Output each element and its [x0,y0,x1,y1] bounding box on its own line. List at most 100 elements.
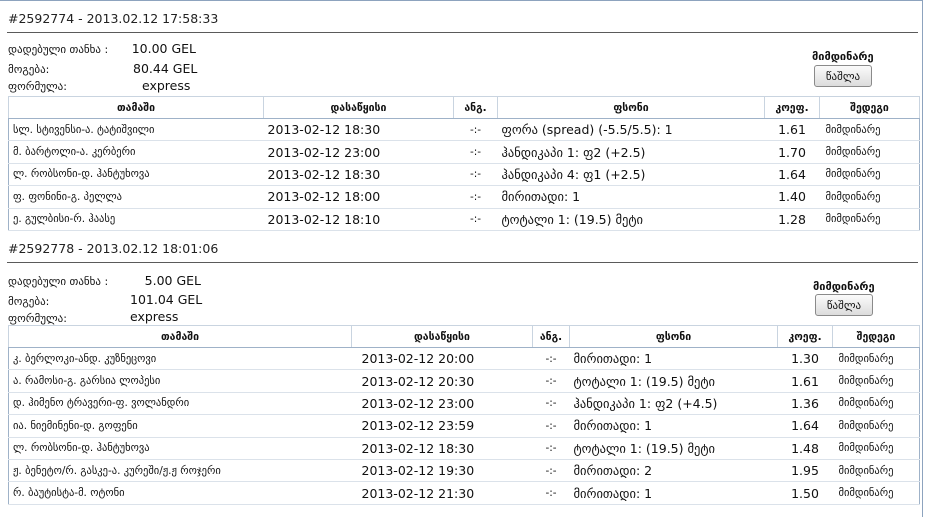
score-cell: -:- [453,118,498,142]
score-cell: -:- [532,347,570,371]
match-cell: მ. ბარტოლი-ა. კერბერი [8,140,264,164]
result-cell: მიმდინარე [832,481,920,505]
match-cell: ფ. ფონინი-გ. პელლა [8,185,264,209]
formula-value: express [142,78,191,93]
score-cell: -:- [532,481,570,505]
col-header-odds[interactable]: კოეფ. [764,96,820,119]
odds-cell: 1.95 [777,459,833,483]
score-cell: -:- [453,208,498,231]
table-header-row: თამაში დასაწყისი ანგ. ფსონი კოეფ. შედეგი [8,96,920,119]
bet-cell: ტოტალი 1: (19.5) მეტი [569,369,778,393]
frame-top-border [0,0,923,1]
bet-cell: მირითადი: 1 [497,185,765,209]
bet-cell: ჰანდიკაპი 1: ფ2 (+2.5) [497,140,765,164]
match-cell: ა. რამოსი-გ. გარსია ლოპესი [8,369,352,393]
result-cell: მიმდინარე [819,163,920,187]
formula-label: ფორმულა: [8,80,67,93]
col-header-match[interactable]: თამაში [8,96,264,119]
odds-cell: 1.61 [777,369,833,393]
col-header-start[interactable]: დასაწყისი [263,96,454,119]
col-header-result[interactable]: შედეგი [832,325,920,348]
table-row: ე. გულბისი-რ. ჰაასე 2013-02-12 18:10 -:-… [8,208,920,231]
bet-cell: მირითადი: 1 [569,481,778,505]
table-row: რ. ბაუტისტა-მ. ოტონი 2013-02-12 21:30 -:… [8,481,920,505]
col-header-bet[interactable]: ფსონი [569,325,778,348]
bets-table: თამაში დასაწყისი ანგ. ფსონი კოეფ. შედეგი… [8,96,920,231]
bet-cell: ტოტალი 1: (19.5) მეტი [497,208,765,231]
result-cell: მიმდინარე [832,392,920,416]
delete-button[interactable]: წაშლა [815,294,873,316]
stake-value: 10.00 GEL [131,41,196,56]
slip-divider [7,262,918,263]
table-row: ა. რამოსი-გ. გარსია ლოპესი 2013-02-12 20… [8,369,920,393]
col-header-odds[interactable]: კოეფ. [777,325,833,348]
delete-button[interactable]: წაშლა [814,65,872,87]
odds-cell: 1.64 [764,163,820,187]
bet-cell: მირითადი: 2 [569,459,778,483]
start-cell: 2013-02-12 18:30 [263,163,454,187]
start-cell: 2013-02-12 20:00 [351,347,533,371]
score-cell: -:- [532,459,570,483]
start-cell: 2013-02-12 18:30 [263,118,454,142]
odds-cell: 1.30 [777,347,833,371]
result-cell: მიმდინარე [819,140,920,164]
stake-label: დადებული თანხა : [8,43,109,56]
bet-cell: ჰანდიკაპი 1: ფ2 (+4.5) [569,392,778,416]
col-header-bet[interactable]: ფსონი [497,96,765,119]
odds-cell: 1.40 [764,185,820,209]
slip-status: მიმდინარე [813,280,875,293]
score-cell: -:- [453,185,498,209]
result-cell: მიმდინარე [832,437,920,460]
start-cell: 2013-02-12 20:30 [351,369,533,393]
score-cell: -:- [532,369,570,393]
score-cell: -:- [453,140,498,164]
match-cell: ლ. რობსონი-დ. ჰანტუხოვა [8,163,264,187]
match-cell: ია. ნიემინენი-დ. გოფენი [8,414,352,438]
result-cell: მიმდინარე [832,347,920,371]
table-row: მ. ბარტოლი-ა. კერბერი 2013-02-12 23:00 -… [8,140,920,164]
stake-value: 5.00 GEL [144,273,201,288]
odds-cell: 1.36 [777,392,833,416]
table-row: ჟ. ბენეტო/რ. გასკე-ა. კურეში/ჟ.ჟ როჯერი … [8,459,920,483]
match-cell: კ. ბერლოკი-ანდ. კუზნეცოვი [8,347,352,371]
result-cell: მიმდინარე [832,369,920,393]
bet-cell: მირითადი: 1 [569,347,778,371]
bet-cell: ჰანდიკაპი 4: ფ1 (+2.5) [497,163,765,187]
bet-cell: ტოტალი 1: (19.5) მეტი [569,437,778,460]
stake-label: დადებული თანხა : [8,275,109,288]
odds-cell: 1.70 [764,140,820,164]
score-cell: -:- [453,163,498,187]
start-cell: 2013-02-12 23:59 [351,414,533,438]
odds-cell: 1.64 [777,414,833,438]
table-row: სლ. სტივენსი-ა. ტატიშვილი 2013-02-12 18:… [8,118,920,142]
start-cell: 2013-02-12 18:00 [263,185,454,209]
col-header-score[interactable]: ანგ. [453,96,498,119]
match-cell: სლ. სტივენსი-ა. ტატიშვილი [8,118,264,142]
odds-cell: 1.28 [764,208,820,231]
start-cell: 2013-02-12 23:00 [263,140,454,164]
win-label: მოგება: [8,295,50,308]
score-cell: -:- [532,392,570,416]
win-value: 80.44 GEL [133,61,198,76]
slip-status: მიმდინარე [812,50,874,63]
match-cell: დ. ჰიმენო ტრავერი-ფ. ვოლანდრი [8,392,352,416]
odds-cell: 1.61 [764,118,820,142]
table-header-row: თამაში დასაწყისი ანგ. ფსონი კოეფ. შედეგი [8,325,920,348]
col-header-start[interactable]: დასაწყისი [351,325,533,348]
match-cell: რ. ბაუტისტა-მ. ოტონი [8,481,352,505]
col-header-match[interactable]: თამაში [8,325,352,348]
col-header-result[interactable]: შედეგი [819,96,920,119]
frame-right-border [922,0,923,517]
col-header-score[interactable]: ანგ. [532,325,570,348]
match-cell: ე. გულბისი-რ. ჰაასე [8,208,264,231]
odds-cell: 1.48 [777,437,833,460]
formula-value: express [130,309,179,324]
start-cell: 2013-02-12 18:10 [263,208,454,231]
match-cell: ლ. რობსონი-დ. ჰანტუხოვა [8,437,352,460]
win-value: 101.04 GEL [130,292,203,307]
result-cell: მიმდინარე [819,118,920,142]
table-row: ფ. ფონინი-გ. პელლა 2013-02-12 18:00 -:- … [8,185,920,209]
win-label: მოგება: [8,63,50,76]
bets-table: თამაში დასაწყისი ანგ. ფსონი კოეფ. შედეგი… [8,325,920,505]
bet-cell: ფორა (spread) (-5.5/5.5): 1 [497,118,765,142]
